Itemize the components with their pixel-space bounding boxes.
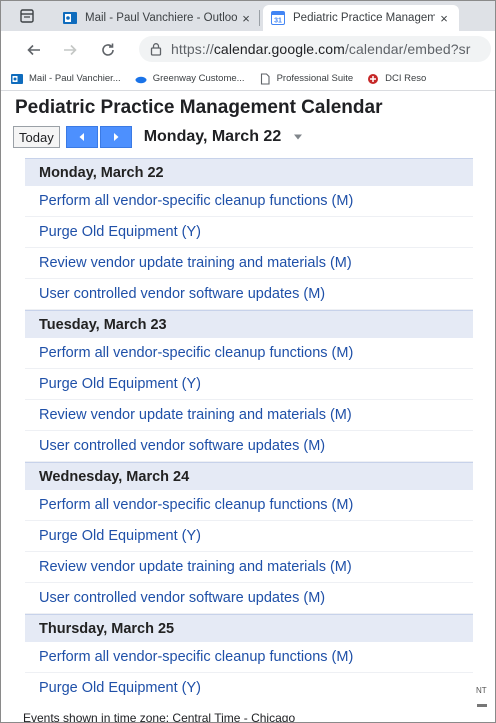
address-bar[interactable]: https://calendar.google.com/calendar/emb… xyxy=(139,36,491,62)
tab-mail-outlook[interactable]: Mail - Paul Vanchiere - Outlook × xyxy=(55,5,261,31)
close-tab-icon[interactable]: × xyxy=(237,11,255,26)
day-header: Wednesday, March 24 xyxy=(25,462,473,490)
tab-actions-icon[interactable] xyxy=(19,8,35,24)
close-tab-icon[interactable]: × xyxy=(435,11,453,26)
calendar-navigation: Today Monday, March 22 xyxy=(13,125,303,149)
event-item[interactable]: Perform all vendor-specific cleanup func… xyxy=(25,186,473,217)
event-item[interactable]: Purge Old Equipment (Y) xyxy=(25,217,473,248)
bookmark-mail[interactable]: Mail - Paul Vanchier... xyxy=(11,73,121,85)
agenda-list: Monday, March 22 Perform all vendor-speci… xyxy=(25,158,473,698)
event-item[interactable]: Purge Old Equipment (Y) xyxy=(25,521,473,552)
bookmark-greenway[interactable]: Greenway Custome... xyxy=(135,73,245,85)
day-header: Thursday, March 25 xyxy=(25,614,473,642)
url-text: https://calendar.google.com/calendar/emb… xyxy=(171,41,470,57)
lock-icon[interactable] xyxy=(149,42,163,56)
event-item[interactable]: User controlled vendor software updates … xyxy=(25,279,473,310)
browser-window: Mail - Paul Vanchiere - Outlook × 31 Ped… xyxy=(0,0,496,723)
outlook-icon xyxy=(63,11,77,25)
url-path: /calendar/embed?sr xyxy=(344,41,471,57)
tab-strip: Mail - Paul Vanchiere - Outlook × 31 Ped… xyxy=(1,1,495,31)
bookmark-label: Greenway Custome... xyxy=(152,73,245,84)
event-item[interactable]: User controlled vendor software updates … xyxy=(25,583,473,614)
calendar-title: Pediatric Practice Management Calendar xyxy=(15,97,383,118)
url-prefix: https:// xyxy=(171,41,214,57)
outlook-icon xyxy=(11,73,23,85)
event-item[interactable]: Perform all vendor-specific cleanup func… xyxy=(25,490,473,521)
calendar-footer: Events shown in time zone: Central Time … xyxy=(1,698,495,723)
event-item[interactable]: User controlled vendor software updates … xyxy=(25,431,473,462)
event-item[interactable]: Purge Old Equipment (Y) xyxy=(25,673,473,698)
event-item[interactable]: Review vendor update training and materi… xyxy=(25,400,473,431)
side-text: NT xyxy=(476,686,487,695)
url-host: calendar.google.com xyxy=(213,41,345,57)
event-item[interactable]: Perform all vendor-specific cleanup func… xyxy=(25,642,473,673)
event-item[interactable]: Perform all vendor-specific cleanup func… xyxy=(25,338,473,369)
day-header: Tuesday, March 23 xyxy=(25,310,473,338)
cloud-icon xyxy=(135,73,147,85)
tab-pediatric-calendar[interactable]: 31 Pediatric Practice Management C × xyxy=(263,5,459,31)
bookmark-dci[interactable]: DCI Reso xyxy=(367,73,426,85)
event-item[interactable]: Purge Old Equipment (Y) xyxy=(25,369,473,400)
previous-button[interactable] xyxy=(65,126,98,148)
back-icon[interactable] xyxy=(23,39,45,61)
bookmark-label: Professional Suite xyxy=(276,73,354,84)
google-calendar-icon: 31 xyxy=(271,11,285,25)
svg-text:31: 31 xyxy=(274,18,282,25)
reload-icon[interactable] xyxy=(97,39,119,61)
event-item[interactable]: Review vendor update training and materi… xyxy=(25,248,473,279)
bookmark-professional-suite[interactable]: Professional Suite xyxy=(259,72,354,85)
tab-divider xyxy=(259,10,260,26)
bookmarks-bar: Mail - Paul Vanchier... Greenway Custome… xyxy=(1,67,495,91)
chevron-right-icon xyxy=(113,133,119,141)
current-date-label[interactable]: Monday, March 22 xyxy=(144,128,282,146)
dci-logo-icon xyxy=(367,73,379,85)
next-button[interactable] xyxy=(99,126,132,148)
page-icon xyxy=(259,72,271,85)
bookmark-label: DCI Reso xyxy=(385,73,427,84)
timezone-note: Events shown in time zone: Central Time … xyxy=(23,711,296,723)
tab-label: Pediatric Practice Management C xyxy=(293,12,435,24)
today-button[interactable]: Today xyxy=(13,126,60,148)
event-item[interactable]: Review vendor update training and materi… xyxy=(25,552,473,583)
side-dash xyxy=(477,704,487,707)
chevron-left-icon xyxy=(79,133,84,141)
tab-label: Mail - Paul Vanchiere - Outlook xyxy=(85,12,237,24)
day-header: Monday, March 22 xyxy=(25,158,473,186)
chevron-down-icon[interactable] xyxy=(293,133,303,141)
bookmark-label: Mail - Paul Vanchier... xyxy=(29,73,121,84)
browser-toolbar: https://calendar.google.com/calendar/emb… xyxy=(1,31,495,67)
forward-icon[interactable] xyxy=(59,39,81,61)
